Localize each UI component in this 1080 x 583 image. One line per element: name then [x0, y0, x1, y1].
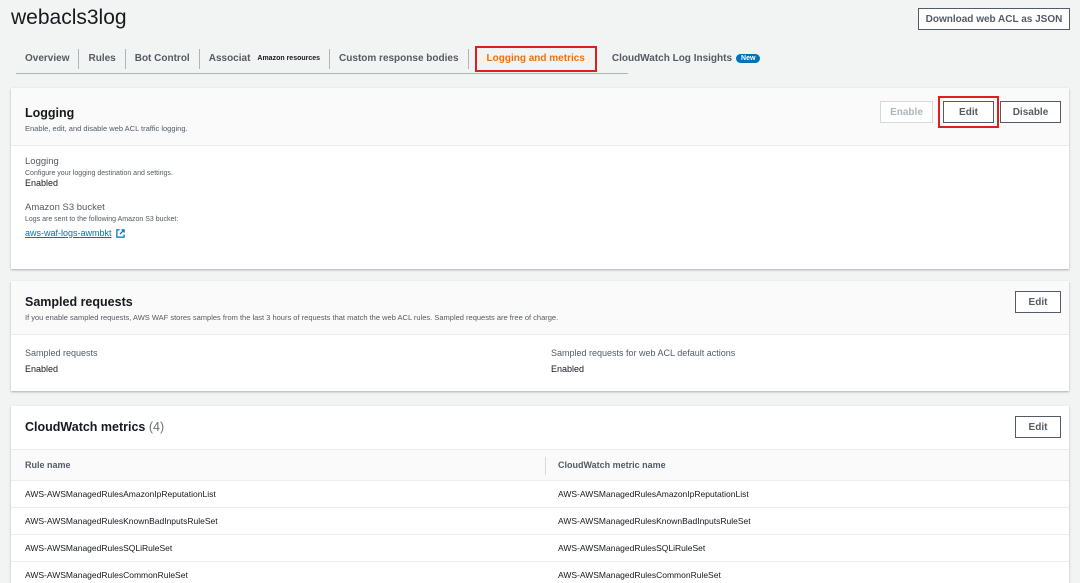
- tab-label: Bot Control: [134, 53, 190, 64]
- metric-name-cell: AWS-AWSManagedRulesSQLiRuleSet: [558, 543, 706, 553]
- rule-name-cell: AWS-AWSManagedRulesCommonRuleSet: [25, 570, 188, 580]
- sampled-left-field: Sampled requests Enabled: [25, 348, 98, 374]
- tab-custom-response-bodies[interactable]: Custom response bodies: [330, 48, 469, 69]
- s3-bucket-link[interactable]: aws-waf-logs-awmbkt: [25, 228, 125, 238]
- download-json-button[interactable]: Download web ACL as JSON: [918, 8, 1070, 30]
- metrics-table-header: Rule name CloudWatch metric name: [11, 449, 1069, 481]
- tab-bot-control[interactable]: Bot Control: [126, 48, 200, 69]
- cloudwatch-metrics-panel: CloudWatch metrics (4) Edit Rule name Cl…: [11, 406, 1069, 583]
- tab-label: CloudWatch Log Insights: [611, 53, 733, 64]
- table-row: AWS-AWSManagedRulesKnownBadInputsRuleSet…: [11, 508, 1069, 535]
- metric-name-cell: AWS-AWSManagedRulesCommonRuleSet: [558, 570, 721, 580]
- sampled-edit-button[interactable]: Edit: [1015, 291, 1061, 313]
- table-row: AWS-AWSManagedRulesCommonRuleSet AWS-AWS…: [11, 562, 1069, 583]
- tab-bar: Overview Rules Bot Control Associat Amaz…: [16, 44, 761, 74]
- tab-label: Rules: [88, 53, 116, 64]
- sampled-right-value: Enabled: [551, 364, 585, 374]
- sampled-left-value: Enabled: [25, 364, 59, 374]
- logging-field-label: Logging: [25, 156, 59, 167]
- rule-name-cell: AWS-AWSManagedRulesKnownBadInputsRuleSet: [25, 516, 218, 526]
- logging-details: Logging Configure your logging destinati…: [11, 146, 1069, 251]
- metrics-header: CloudWatch metrics (4): [25, 420, 164, 434]
- tab-label: Overview: [25, 53, 70, 64]
- tab-sublabel: Amazon resources: [257, 55, 321, 62]
- new-badge: New: [736, 54, 761, 63]
- bucket-field-sub: Logs are sent to the following Amazon S3…: [25, 216, 179, 223]
- logging-description: Enable, edit, and disable web ACL traffi…: [25, 124, 188, 133]
- metrics-title: CloudWatch metrics: [25, 420, 146, 434]
- column-divider: [545, 457, 546, 475]
- sampled-title: Sampled requests: [25, 295, 133, 309]
- tab-rules[interactable]: Rules: [79, 48, 126, 69]
- enable-button[interactable]: Enable: [880, 101, 933, 123]
- tab-cloudwatch-log-insights[interactable]: CloudWatch Log Insights New: [603, 49, 770, 69]
- logging-panel-header: Logging Enable, edit, and disable web AC…: [11, 88, 1069, 146]
- logging-field-sub: Configure your logging destination and s…: [25, 170, 173, 177]
- sampled-panel-header: Sampled requests If you enable sampled r…: [11, 281, 1069, 335]
- external-link-icon: [115, 228, 125, 238]
- sampled-description: If you enable sampled requests, AWS WAF …: [25, 313, 559, 322]
- logging-field-value: Enabled: [25, 178, 59, 188]
- tab-associated-resources[interactable]: Associat Amazon resources: [200, 48, 331, 69]
- rule-name-cell: AWS-AWSManagedRulesSQLiRuleSet: [25, 543, 173, 553]
- logging-panel: Logging Enable, edit, and disable web AC…: [11, 88, 1069, 269]
- metrics-title-heading: CloudWatch metrics (4): [25, 420, 164, 434]
- sampled-left-label: Sampled requests: [25, 348, 98, 358]
- tab-label: Custom response bodies: [339, 53, 459, 64]
- metrics-edit-button[interactable]: Edit: [1015, 416, 1061, 438]
- disable-button[interactable]: Disable: [1000, 101, 1061, 123]
- column-rule-name[interactable]: Rule name: [25, 460, 71, 470]
- tab-logging-and-metrics[interactable]: Logging and metrics: [474, 45, 597, 72]
- logging-edit-button[interactable]: Edit: [938, 96, 999, 128]
- s3-bucket-link-text: aws-waf-logs-awmbkt: [25, 228, 112, 238]
- metrics-count: (4): [148, 420, 165, 434]
- sampled-right-field: Sampled requests for web ACL default act…: [551, 348, 735, 374]
- table-row: AWS-AWSManagedRulesAmazonIpReputationLis…: [11, 481, 1069, 508]
- rule-name-cell: AWS-AWSManagedRulesAmazonIpReputationLis…: [25, 489, 216, 499]
- metric-name-cell: AWS-AWSManagedRulesAmazonIpReputationLis…: [558, 489, 749, 499]
- sampled-requests-panel: Sampled requests If you enable sampled r…: [11, 281, 1069, 391]
- metric-name-cell: AWS-AWSManagedRulesKnownBadInputsRuleSet: [558, 516, 751, 526]
- page-title: webacls3log: [11, 6, 127, 29]
- tab-label: Associat: [208, 53, 251, 64]
- table-row: AWS-AWSManagedRulesSQLiRuleSet AWS-AWSMa…: [11, 535, 1069, 562]
- tab-label: Logging and metrics: [486, 53, 585, 64]
- bucket-field-label: Amazon S3 bucket: [25, 202, 105, 213]
- sampled-right-label: Sampled requests for web ACL default act…: [551, 348, 736, 358]
- tab-overview[interactable]: Overview: [16, 48, 80, 69]
- column-metric-name[interactable]: CloudWatch metric name: [558, 460, 666, 470]
